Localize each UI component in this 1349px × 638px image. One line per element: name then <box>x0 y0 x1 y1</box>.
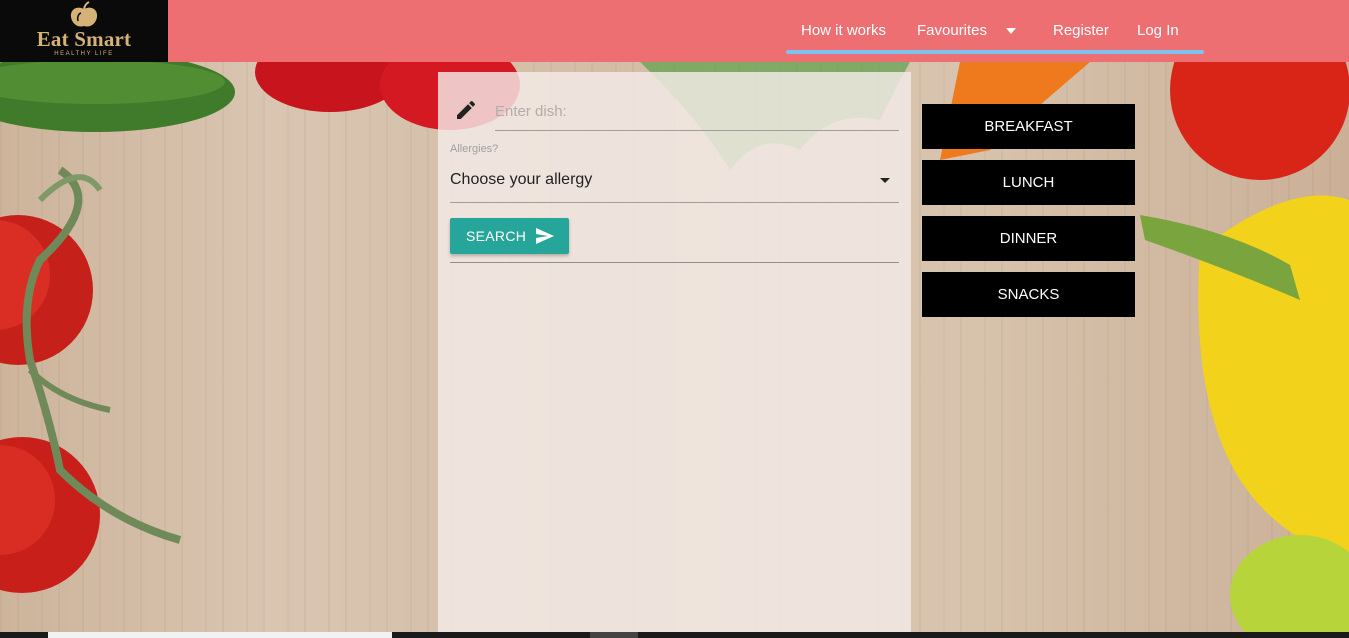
nav-highlight-underline <box>786 50 1204 54</box>
lunch-button[interactable]: LUNCH <box>922 160 1135 205</box>
apple-icon <box>70 1 98 27</box>
dinner-button[interactable]: DINNER <box>922 216 1135 261</box>
panel-divider <box>450 262 899 263</box>
bottom-bar <box>0 632 1349 638</box>
nav-favourites[interactable]: Favourites <box>917 21 987 41</box>
chevron-down-icon <box>880 178 890 183</box>
bottom-bar-segment <box>590 632 638 638</box>
brand-name: Eat Smart <box>36 27 132 51</box>
nav-how-it-works[interactable]: How it works <box>801 21 886 41</box>
pencil-icon <box>457 100 476 119</box>
brand-logo[interactable]: Eat Smart HEALTHY LIFE <box>0 0 168 62</box>
brand-tagline: HEALTHY LIFE <box>54 51 114 57</box>
allergy-label: Allergies? <box>450 143 499 155</box>
search-button[interactable]: SEARCH <box>450 218 569 254</box>
allergy-select[interactable]: Choose your allergy <box>450 162 899 203</box>
snacks-button[interactable]: SNACKS <box>922 272 1135 317</box>
bottom-bar-segment <box>48 632 392 638</box>
nav-log-in[interactable]: Log In <box>1137 21 1179 41</box>
dish-input[interactable] <box>495 92 899 131</box>
nav-register[interactable]: Register <box>1053 21 1109 41</box>
navbar: Eat Smart HEALTHY LIFE How it works Favo… <box>0 0 1349 62</box>
favourites-dropdown-icon[interactable] <box>1006 28 1016 34</box>
search-panel: Allergies? Choose your allergy SEARCH <box>438 72 911 638</box>
search-button-label: SEARCH <box>466 228 527 244</box>
send-icon <box>536 228 554 244</box>
breakfast-button[interactable]: BREAKFAST <box>922 104 1135 149</box>
allergy-select-value: Choose your allergy <box>450 171 593 188</box>
